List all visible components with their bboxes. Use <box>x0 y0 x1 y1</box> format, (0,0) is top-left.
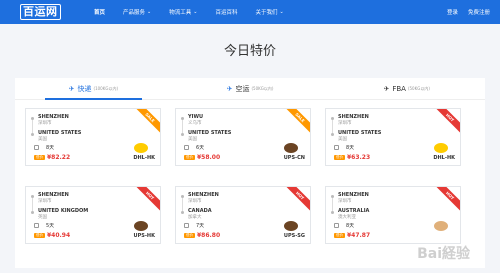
origin-city-cn: 深圳市 <box>188 199 202 204</box>
badge-ribbon: HOT <box>433 109 460 135</box>
destination-country-cn: 澳大利亚 <box>338 215 356 220</box>
carrier-logo-icon <box>284 221 298 231</box>
deals-panel: ✈ 快递 (100KG以内) ✈ 空运 (50KG以内) ✈ FBA (50KG以内)… <box>15 78 485 268</box>
deal-card[interactable]: SHENZHEN 深圳市 UNITED STATES 美国 8天 低价 ¥82.… <box>25 108 161 166</box>
calendar-icon <box>34 145 39 150</box>
origin-city-cn: 深圳市 <box>38 199 52 204</box>
nav-item-tools[interactable]: 物流工具 ⌄ <box>160 0 206 24</box>
transit-days: 6天 <box>196 145 205 151</box>
destination-country-cn: 美国 <box>338 137 347 142</box>
deal-card[interactable]: YIWU 义乌市 UNITED STATES 美国 6天 低价 ¥58.00 U… <box>175 108 311 166</box>
deal-card[interactable]: SHENZHEN 深圳市 AUSTRALIA 澳大利亚 8天 低价 ¥47.87… <box>325 186 461 244</box>
tab-bar: ✈ 快递 (100KG以内) ✈ 空运 (50KG以内) ✈ FBA (50KG以内) <box>15 78 485 100</box>
badge-ribbon: HOT <box>133 187 160 213</box>
destination-country-cn: 美国 <box>188 137 197 142</box>
carrier-logo-icon <box>434 221 448 231</box>
price-tag: 低价 <box>334 233 345 238</box>
register-link[interactable]: 免费注册 <box>468 8 490 16</box>
carrier-name: DHL-HK <box>133 155 155 161</box>
origin-city-cn: 深圳市 <box>338 121 352 126</box>
carrier-name: UPS-HK <box>133 233 155 239</box>
watermark: Bai経验 <box>417 246 470 262</box>
carrier-logo-icon <box>134 221 148 231</box>
badge-ribbon: HOT <box>283 187 310 213</box>
tab-express[interactable]: ✈ 快递 (100KG以内) <box>15 78 172 100</box>
badge-ribbon: SALE <box>283 109 310 135</box>
calendar-icon <box>334 223 339 228</box>
nav-item-products[interactable]: 产品服务 ⌄ <box>114 0 160 24</box>
destination-dot <box>331 211 334 214</box>
site-logo[interactable]: 百运网 <box>20 3 61 21</box>
destination-dot <box>181 133 184 136</box>
plane-icon: ✈ <box>68 84 75 93</box>
carrier-logo-icon <box>134 143 148 153</box>
price: ¥63.23 <box>347 154 371 161</box>
origin-city-cn: 深圳市 <box>38 121 52 126</box>
price: ¥82.22 <box>47 154 71 161</box>
destination-dot <box>31 133 34 136</box>
nav-item-home[interactable]: 首页 <box>85 0 114 24</box>
origin-city-cn: 深圳市 <box>338 199 352 204</box>
deal-card[interactable]: SHENZHEN 深圳市 UNITED KINGDOM 英国 5天 低价 ¥40… <box>25 186 161 244</box>
transit-days: 8天 <box>346 145 355 151</box>
page-title: 今日特价 <box>223 44 276 59</box>
nav-item-about[interactable]: 关于我们 ⌄ <box>246 0 292 24</box>
route-line <box>182 198 183 211</box>
transit-days: 8天 <box>346 223 355 229</box>
calendar-icon <box>184 223 189 228</box>
price: ¥58.00 <box>197 154 221 161</box>
transit-days: 8天 <box>46 145 55 151</box>
price-tag: 低价 <box>334 155 345 160</box>
destination-country-cn: 美国 <box>38 137 47 142</box>
tab-fba[interactable]: ✈ FBA (50KG以内) <box>328 78 485 99</box>
destination-dot <box>181 211 184 214</box>
deal-card[interactable]: SHENZHEN 深圳市 UNITED STATES 美国 8天 低价 ¥63.… <box>325 108 461 166</box>
chevron-down-icon: ⌄ <box>147 9 152 15</box>
calendar-icon <box>34 223 39 228</box>
origin-city-cn: 义乌市 <box>188 121 202 126</box>
nav-menu: 首页 产品服务 ⌄ 物流工具 ⌄ 百运百科 关于我们 ⌄ <box>85 0 293 24</box>
price: ¥86.80 <box>197 232 221 239</box>
price-tag: 低价 <box>34 155 45 160</box>
route-line <box>182 120 183 133</box>
route-line <box>332 120 333 133</box>
top-nav: 百运网 首页 产品服务 ⌄ 物流工具 ⌄ 百运百科 关于我们 ⌄ 登录 免费注册 <box>0 0 500 24</box>
plane-icon: ✈ <box>383 84 390 93</box>
destination-dot <box>31 211 34 214</box>
carrier-logo-icon <box>284 143 298 153</box>
badge-ribbon: SALE <box>133 109 160 135</box>
deal-card[interactable]: SHENZHEN 深圳市 CANADA 加拿大 7天 低价 ¥86.80 UPS… <box>175 186 311 244</box>
nav-item-wiki[interactable]: 百运百科 <box>206 0 246 24</box>
chevron-down-icon: ⌄ <box>279 9 284 15</box>
price-tag: 低价 <box>184 233 195 238</box>
chevron-down-icon: ⌄ <box>193 9 198 15</box>
badge-ribbon: HOT <box>433 187 460 213</box>
carrier-name: UPS-SG <box>283 233 305 239</box>
route-line <box>32 198 33 211</box>
route-line <box>32 120 33 133</box>
carrier-name: DHL-HK <box>433 155 455 161</box>
tab-air[interactable]: ✈ 空运 (50KG以内) <box>172 78 329 99</box>
destination-country-cn: 英国 <box>38 215 47 220</box>
carrier-logo-icon <box>434 143 448 153</box>
transit-days: 7天 <box>196 223 205 229</box>
calendar-icon <box>334 145 339 150</box>
price: ¥40.94 <box>47 232 71 239</box>
transit-days: 5天 <box>46 223 55 229</box>
destination-country-cn: 加拿大 <box>188 215 202 220</box>
price-tag: 低价 <box>184 155 195 160</box>
auth-links: 登录 免费注册 <box>447 0 490 24</box>
price-tag: 低价 <box>34 233 45 238</box>
plane-icon: ✈ <box>226 84 233 93</box>
route-line <box>332 198 333 211</box>
login-link[interactable]: 登录 <box>447 8 458 16</box>
calendar-icon <box>184 145 189 150</box>
carrier-name: UPS-CN <box>283 155 305 161</box>
destination-dot <box>331 133 334 136</box>
price: ¥47.87 <box>347 232 371 239</box>
